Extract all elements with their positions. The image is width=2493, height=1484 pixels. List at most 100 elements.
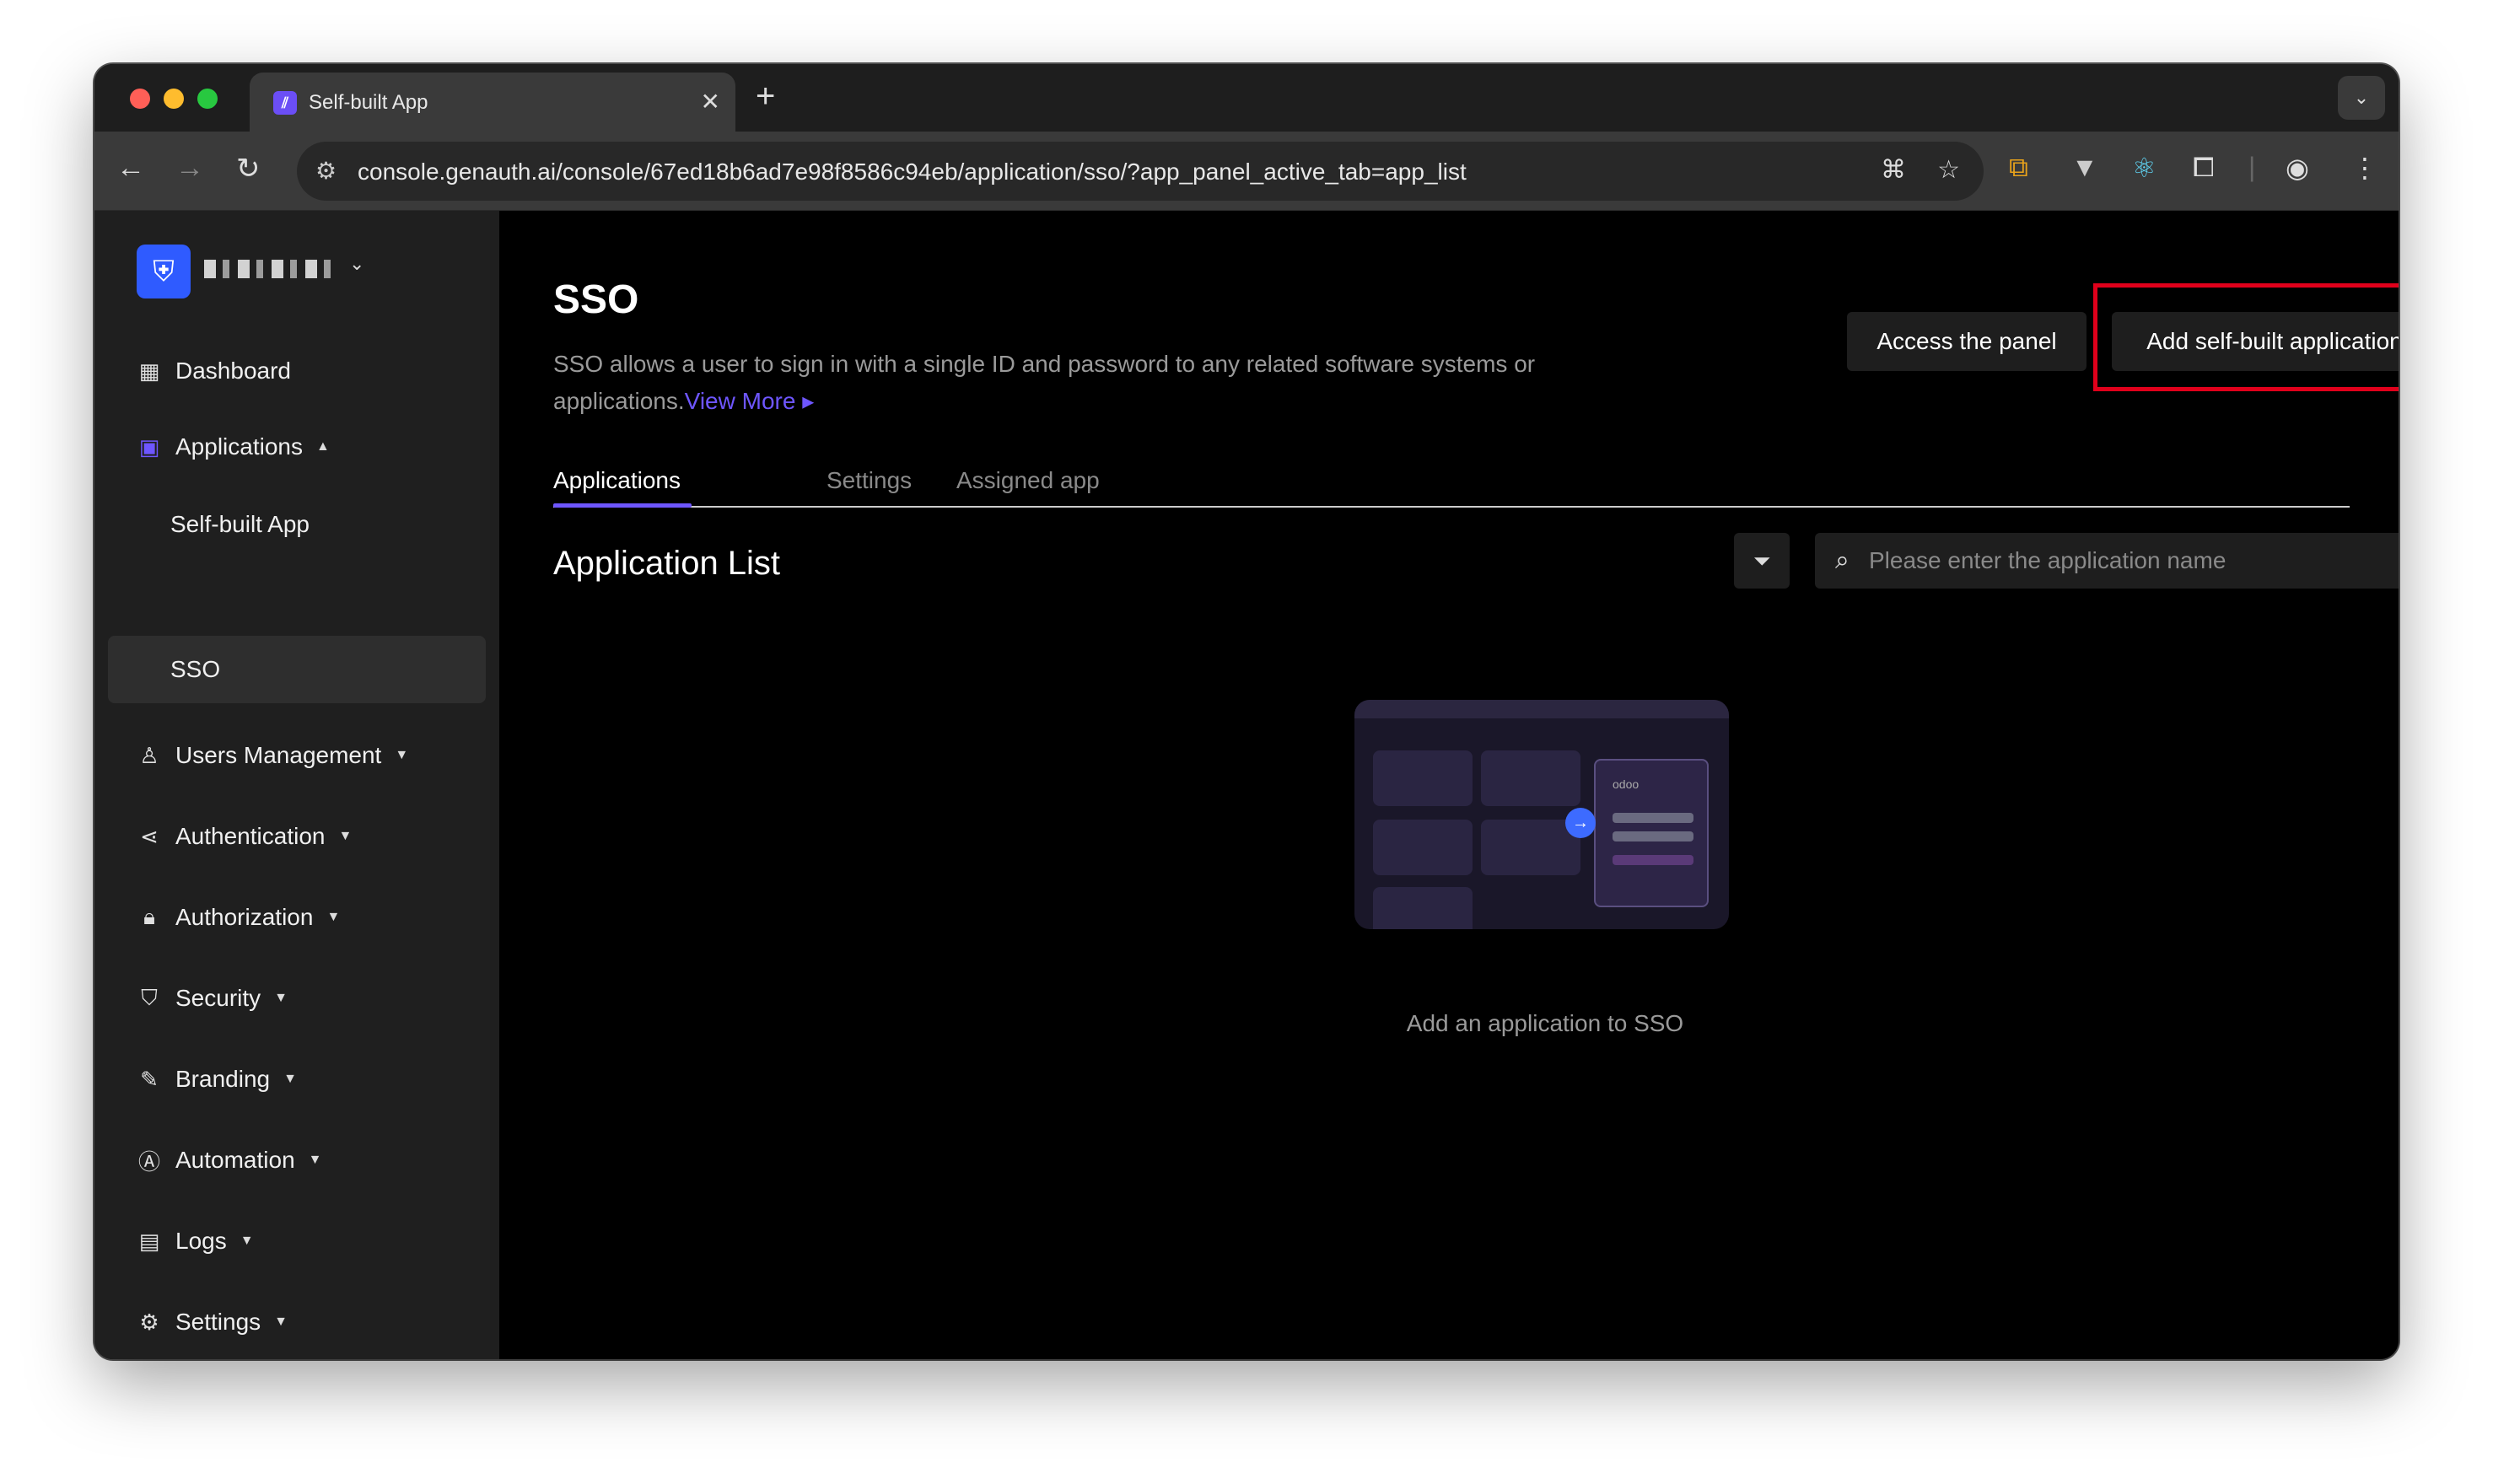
empty-state-illustration: odoo →: [1354, 700, 1729, 929]
sidebar-active-highlight: [108, 636, 486, 703]
user-icon: ♙: [139, 742, 159, 768]
address-bar[interactable]: ⚙ console.genauth.ai/console/67ed18b6ad7…: [297, 142, 1984, 201]
caret-down-icon: ▼: [274, 991, 288, 1005]
browser-toolbar: ← → ↻ ⚙ console.genauth.ai/console/67ed1…: [94, 132, 2399, 211]
illustration-app-card: [1373, 887, 1473, 929]
sidebar-item-logs[interactable]: ▤ Logs ▼: [137, 1224, 254, 1258]
extension-copy-icon[interactable]: ⧉: [2009, 152, 2028, 184]
illustration-app-label: odoo: [1613, 777, 1640, 791]
back-icon[interactable]: ←: [116, 152, 145, 185]
sidebar: ⛨ ⌄ ▦ Dashboard ▣ Applications ▲ Self-bu…: [94, 211, 499, 1359]
browser-tab[interactable]: ⫽ Self-built App ✕: [250, 73, 735, 132]
highlight-annotation-box: [2093, 283, 2399, 391]
app-favicon-icon: ⫽: [273, 91, 297, 115]
maximize-window-button[interactable]: [197, 89, 218, 109]
caret-down-icon: ▼: [274, 1315, 288, 1329]
tab-search-chevron-icon[interactable]: ⌄: [2338, 76, 2385, 120]
tab-assigned-app[interactable]: Assigned app: [956, 467, 1100, 494]
access-panel-button[interactable]: Access the panel: [1847, 312, 2086, 371]
org-logo-icon[interactable]: ⛨: [137, 245, 191, 298]
sidebar-item-branding[interactable]: ✎ Branding ▼: [137, 1062, 297, 1096]
search-input[interactable]: [1869, 533, 2399, 589]
sidebar-item-label: Users Management: [175, 742, 382, 768]
forward-icon[interactable]: →: [175, 152, 204, 185]
search-icon: ⌕: [1835, 546, 1850, 574]
sidebar-item-label: Branding: [175, 1066, 271, 1092]
toolbar-divider: |: [2248, 152, 2256, 182]
sidebar-item-label: Security: [175, 985, 261, 1011]
caret-down-icon: ▼: [308, 1153, 322, 1167]
new-tab-icon[interactable]: +: [756, 78, 775, 116]
tab-strip: ⫽ Self-built App ✕ + ⌄: [94, 64, 2399, 132]
sidebar-item-dashboard[interactable]: ▦ Dashboard: [137, 354, 291, 388]
sidebar-item-authentication[interactable]: ⋖ Authentication ▼: [137, 820, 352, 853]
sidebar-item-label: Dashboard: [175, 358, 291, 384]
caret-up-icon: ▲: [315, 439, 330, 454]
illustration-app-card: [1373, 750, 1473, 806]
sidebar-item-settings[interactable]: ⚙ Settings ▼: [137, 1305, 288, 1339]
caret-down-icon: ▼: [395, 748, 409, 762]
sidebar-item-label: Settings: [175, 1309, 261, 1335]
tab-applications[interactable]: Applications: [553, 467, 681, 494]
sidebar-item-label: Applications: [175, 433, 303, 460]
browser-window: ⫽ Self-built App ✕ + ⌄ ← → ↻ ⚙ console.g…: [94, 64, 2399, 1359]
minimize-window-button[interactable]: [164, 89, 184, 109]
sidebar-item-label: Authentication: [175, 823, 326, 849]
sidebar-item-label: Logs: [175, 1228, 227, 1254]
dashboard-icon: ▦: [138, 358, 160, 384]
tabs-divider: [553, 506, 2350, 508]
sidebar-item-self-built-app[interactable]: Self-built App: [170, 511, 310, 538]
sidebar-item-users-management[interactable]: ♙ Users Management ▼: [137, 739, 408, 772]
extension-v-icon[interactable]: ▼: [2071, 152, 2098, 183]
reload-icon[interactable]: ↻: [236, 152, 261, 186]
org-name-redacted[interactable]: [204, 260, 331, 278]
site-settings-icon[interactable]: ⚙: [315, 157, 337, 185]
empty-state-text: Add an application to SSO: [1406, 1010, 1684, 1036]
bookmark-star-icon[interactable]: ☆: [1937, 155, 1960, 185]
sidebar-item-automation[interactable]: Ⓐ Automation ▼: [137, 1143, 322, 1177]
caret-down-icon: ▼: [240, 1234, 254, 1248]
filter-button[interactable]: ⏷: [1734, 533, 1790, 589]
caret-down-icon: ▼: [283, 1072, 297, 1086]
illustration-line: [1613, 831, 1693, 841]
sidebar-item-label: Authorization: [175, 904, 314, 930]
illustration-app-card: [1481, 750, 1580, 806]
shield-icon: ⛉: [141, 985, 158, 1010]
brush-icon: ✎: [140, 1066, 159, 1092]
arrow-right-icon: →: [1565, 808, 1596, 838]
translate-icon[interactable]: ⌘: [1881, 155, 1906, 185]
caret-down-icon: ▼: [326, 910, 341, 924]
tab-settings[interactable]: Settings: [827, 467, 912, 494]
extensions-puzzle-icon[interactable]: ⧠: [2193, 152, 2215, 184]
sidebar-item-sso[interactable]: SSO: [170, 656, 220, 683]
logs-icon: ▤: [138, 1228, 160, 1254]
gear-icon: ⚙: [139, 1309, 159, 1335]
chevron-down-icon[interactable]: ⌄: [349, 253, 364, 275]
profile-icon[interactable]: ◉: [2286, 152, 2309, 184]
illustration-app-card: [1373, 820, 1473, 875]
url-text[interactable]: console.genauth.ai/console/67ed18b6ad7e9…: [358, 159, 1467, 186]
sidebar-item-label: Automation: [175, 1147, 295, 1173]
automation-icon: Ⓐ: [137, 1148, 160, 1175]
page-description: SSO allows a user to sign in with a sing…: [553, 346, 1650, 420]
application-list-title: Application List: [553, 545, 781, 582]
tab-close-icon[interactable]: ✕: [701, 88, 720, 116]
filter-icon: ⏷: [1753, 548, 1771, 573]
caret-down-icon: ▼: [338, 829, 353, 843]
search-box[interactable]: ⌕: [1815, 533, 2399, 589]
close-window-button[interactable]: [130, 89, 150, 109]
illustration-app-panel: odoo: [1594, 759, 1709, 907]
sidebar-item-applications[interactable]: ▣ Applications ▲: [137, 430, 330, 464]
sidebar-item-security[interactable]: ⛉ Security ▼: [137, 981, 288, 1015]
tab-title: Self-built App: [309, 91, 428, 114]
lock-icon: 🔒︎: [143, 904, 155, 929]
sidebar-item-authorization[interactable]: 🔒︎ Authorization ▼: [137, 901, 340, 934]
applications-icon: ▣: [138, 433, 160, 460]
share-icon: ⋖: [140, 823, 159, 849]
view-more-link[interactable]: View More ▸: [685, 388, 815, 414]
react-devtools-icon[interactable]: ⚛: [2132, 152, 2156, 184]
more-menu-icon[interactable]: ⋮: [2351, 152, 2378, 184]
illustration-line: [1613, 813, 1693, 823]
main-content: SSO SSO allows a user to sign in with a …: [499, 211, 2399, 1359]
page-title: SSO: [553, 277, 639, 322]
